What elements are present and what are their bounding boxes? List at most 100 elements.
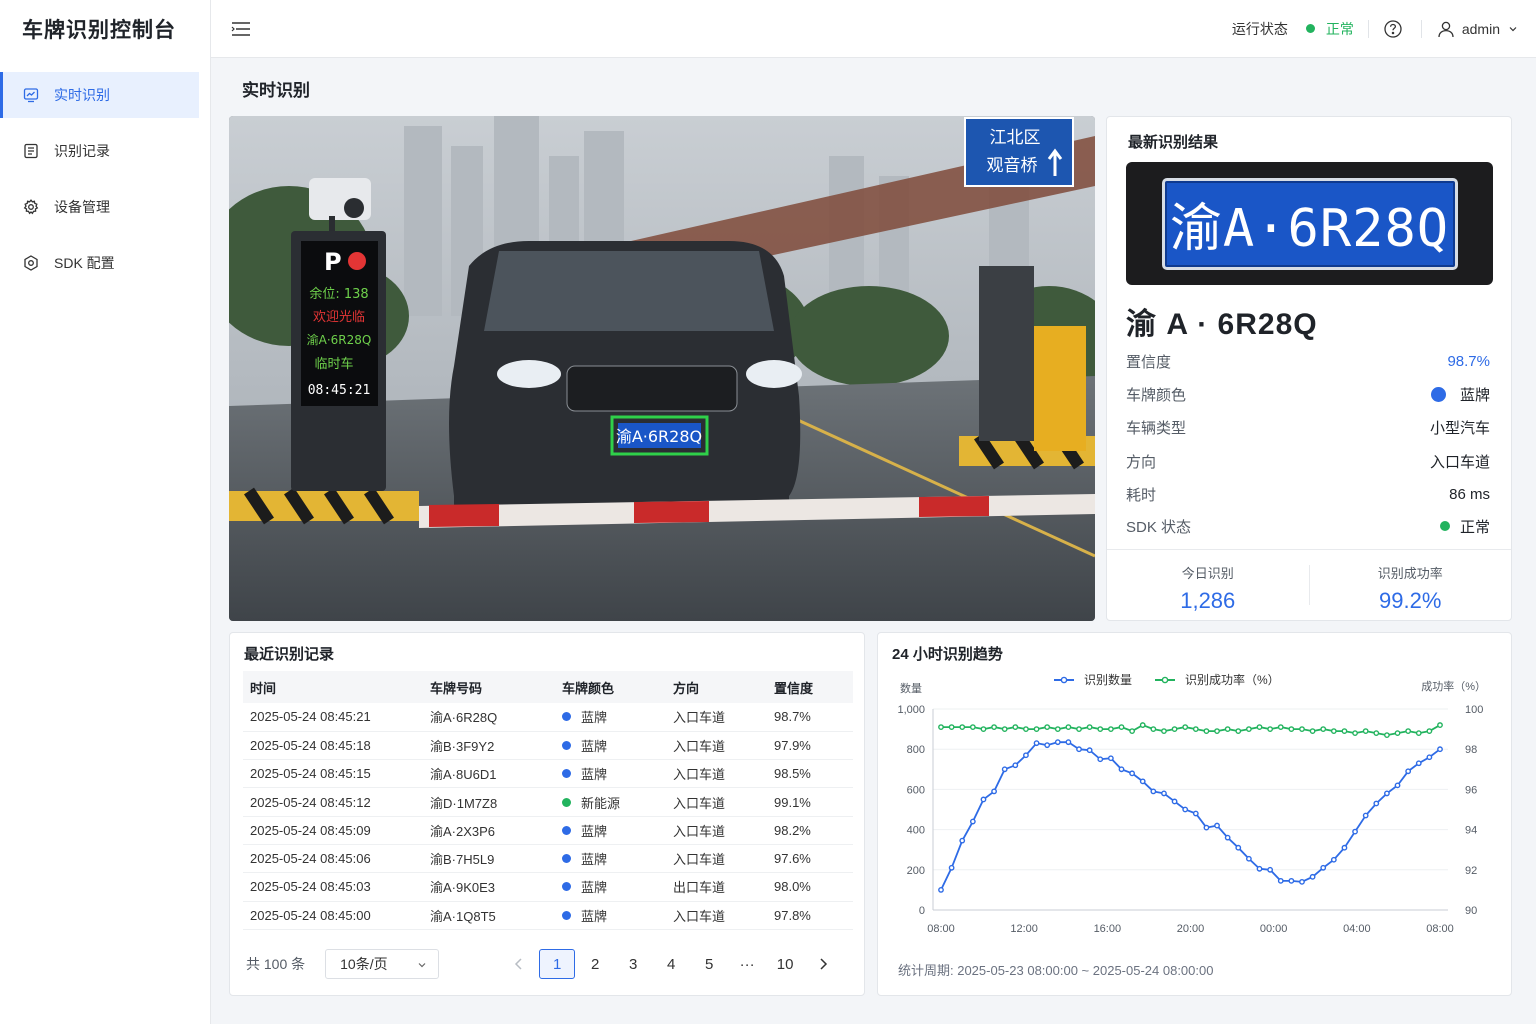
page-button[interactable]: 2 xyxy=(577,949,613,979)
confidence-label: 置信度 xyxy=(1126,353,1172,371)
plate-crop-image: 渝A·6R28Q xyxy=(1126,162,1493,285)
column-header[interactable]: 车牌颜色 xyxy=(555,671,666,703)
data-point xyxy=(1299,878,1305,885)
color-dot xyxy=(562,882,571,892)
color-text: 蓝牌 xyxy=(581,908,608,924)
data-point xyxy=(1384,790,1390,797)
data-point xyxy=(1161,790,1167,797)
data-point xyxy=(1405,768,1412,775)
column-header[interactable]: 车牌号码 xyxy=(423,671,555,703)
data-point xyxy=(1097,726,1104,733)
user-icon xyxy=(1436,19,1456,39)
data-point xyxy=(1256,724,1263,730)
column-header[interactable]: 时间 xyxy=(243,671,423,703)
data-point xyxy=(1054,739,1061,746)
menu-toggle-icon[interactable] xyxy=(229,17,253,41)
table-row[interactable]: 2025-05-24 08:45:18 渝B·3F9Y2 蓝牌 入口车道 97.9% xyxy=(243,731,853,761)
record-confidence: 98.2% xyxy=(767,816,853,845)
data-point xyxy=(1118,766,1125,773)
table-row[interactable]: 2025-05-24 08:45:12 渝D·1M7Z8 新能源 入口车道 99.1% xyxy=(243,787,853,817)
status-label: 运行状态 xyxy=(1231,20,1288,37)
data-point xyxy=(1224,726,1231,733)
y-tick-label: 400 xyxy=(907,825,925,837)
page-button[interactable]: 10 xyxy=(767,949,803,979)
data-point xyxy=(1394,730,1401,737)
table-row[interactable]: 2025-05-24 08:45:09 渝A·2X3P6 蓝牌 入口车道 98.2% xyxy=(243,816,853,845)
plate-color-label: 车牌颜色 xyxy=(1126,386,1187,404)
y2-tick-label: 94 xyxy=(1465,825,1477,837)
color-text: 蓝牌 xyxy=(581,738,608,754)
record-direction: 入口车道 xyxy=(666,703,767,732)
page-button[interactable]: 3 xyxy=(615,949,651,979)
page-button[interactable]: 1 xyxy=(539,949,576,979)
data-point xyxy=(1384,732,1390,739)
data-point xyxy=(1023,752,1029,759)
data-point xyxy=(1129,728,1136,735)
record-direction: 入口车道 xyxy=(666,787,767,817)
data-point xyxy=(948,724,955,730)
sidebar-item-devices[interactable]: 设备管理 xyxy=(0,184,199,230)
success-rate-value: 99.2% xyxy=(1379,588,1442,613)
x-tick-label: 00:00 xyxy=(1260,923,1288,935)
record-plate: 渝D·1M7Z8 xyxy=(423,787,555,817)
record-color: 蓝牌 xyxy=(555,731,666,761)
color-dot xyxy=(562,797,571,807)
detected-plate-text: 渝A·6R28Q xyxy=(616,427,702,446)
data-point xyxy=(1182,724,1189,730)
y2-tick-label: 98 xyxy=(1465,744,1477,756)
help-icon[interactable] xyxy=(1383,19,1403,39)
data-point xyxy=(1107,726,1114,733)
table-row[interactable]: 2025-05-24 08:45:15 渝A·8U6D1 蓝牌 入口车道 98.5% xyxy=(243,759,853,789)
data-point xyxy=(1352,828,1358,835)
record-confidence: 98.7% xyxy=(767,703,853,732)
data-point xyxy=(1182,806,1189,813)
prev-page-icon[interactable] xyxy=(501,949,537,979)
data-point xyxy=(969,818,976,825)
next-page-icon[interactable] xyxy=(805,949,841,979)
legend-label: 识别成功率（%） xyxy=(1185,672,1280,687)
table-row[interactable]: 2025-05-24 08:45:00 渝A·1Q8T5 蓝牌 入口车道 97.8% xyxy=(243,901,853,930)
data-point xyxy=(1203,824,1210,831)
data-point xyxy=(1086,747,1093,754)
latest-result-card: 最新识别结果 渝A·6R28Q 渝 A · 6R28Q 置信度 98.7% 车牌… xyxy=(1106,116,1512,621)
confidence-value: 98.7% xyxy=(1447,352,1490,370)
x-tick-label: 16:00 xyxy=(1094,923,1122,935)
page-ellipsis[interactable]: ··· xyxy=(729,949,765,979)
page-button[interactable]: 5 xyxy=(691,949,727,979)
sidebar-item-realtime[interactable]: 实时识别 xyxy=(0,72,199,118)
data-point xyxy=(1224,834,1231,841)
table-row[interactable]: 2025-05-24 08:45:06 渝B·7H5L9 蓝牌 入口车道 97.6% xyxy=(243,844,853,874)
record-plate: 渝B·7H5L9 xyxy=(423,844,555,874)
user-menu[interactable]: admin xyxy=(1436,19,1518,39)
y-tick-label: 1,000 xyxy=(897,704,925,716)
data-point xyxy=(1309,873,1316,880)
data-point xyxy=(991,724,997,730)
page-size-select[interactable]: 10条/页 xyxy=(325,949,440,979)
page-title: 实时识别 xyxy=(242,81,310,100)
direction-label: 方向 xyxy=(1126,453,1157,471)
data-point xyxy=(1341,728,1348,735)
direction-row: 方向 入口车道 xyxy=(1126,451,1490,471)
plate-color-value: 蓝牌 xyxy=(1430,384,1490,405)
data-point xyxy=(991,788,997,795)
header-divider xyxy=(1367,19,1369,38)
sidebar-item-sdk[interactable]: SDK 配置 xyxy=(0,240,199,286)
result-stats: 今日识别 1,286 识别成功率 99.2% xyxy=(1107,549,1511,621)
page-button[interactable]: 4 xyxy=(653,949,689,979)
data-point xyxy=(1330,856,1337,863)
sidebar-item-records[interactable]: 识别记录 xyxy=(0,128,199,174)
y-tick-label: 800 xyxy=(907,744,925,756)
sidebar-item-label: 识别记录 xyxy=(54,143,110,159)
column-header[interactable]: 置信度 xyxy=(767,671,853,703)
table-row[interactable]: 2025-05-24 08:45:21 渝A·6R28Q 蓝牌 入口车道 98.7% xyxy=(243,703,853,732)
column-header[interactable]: 方向 xyxy=(666,671,767,703)
data-point xyxy=(1001,726,1008,733)
data-point xyxy=(938,886,944,893)
sdk-status-text: 正常 xyxy=(1459,518,1490,536)
record-direction: 入口车道 xyxy=(666,901,767,930)
table-row[interactable]: 2025-05-24 08:45:03 渝A·9K0E3 蓝牌 出口车道 98.0% xyxy=(243,872,853,902)
record-time: 2025-05-24 08:45:03 xyxy=(243,872,423,902)
data-point xyxy=(1362,812,1369,819)
vehicle-type-label: 车辆类型 xyxy=(1126,419,1187,437)
color-text: 蓝牌 xyxy=(581,852,608,868)
